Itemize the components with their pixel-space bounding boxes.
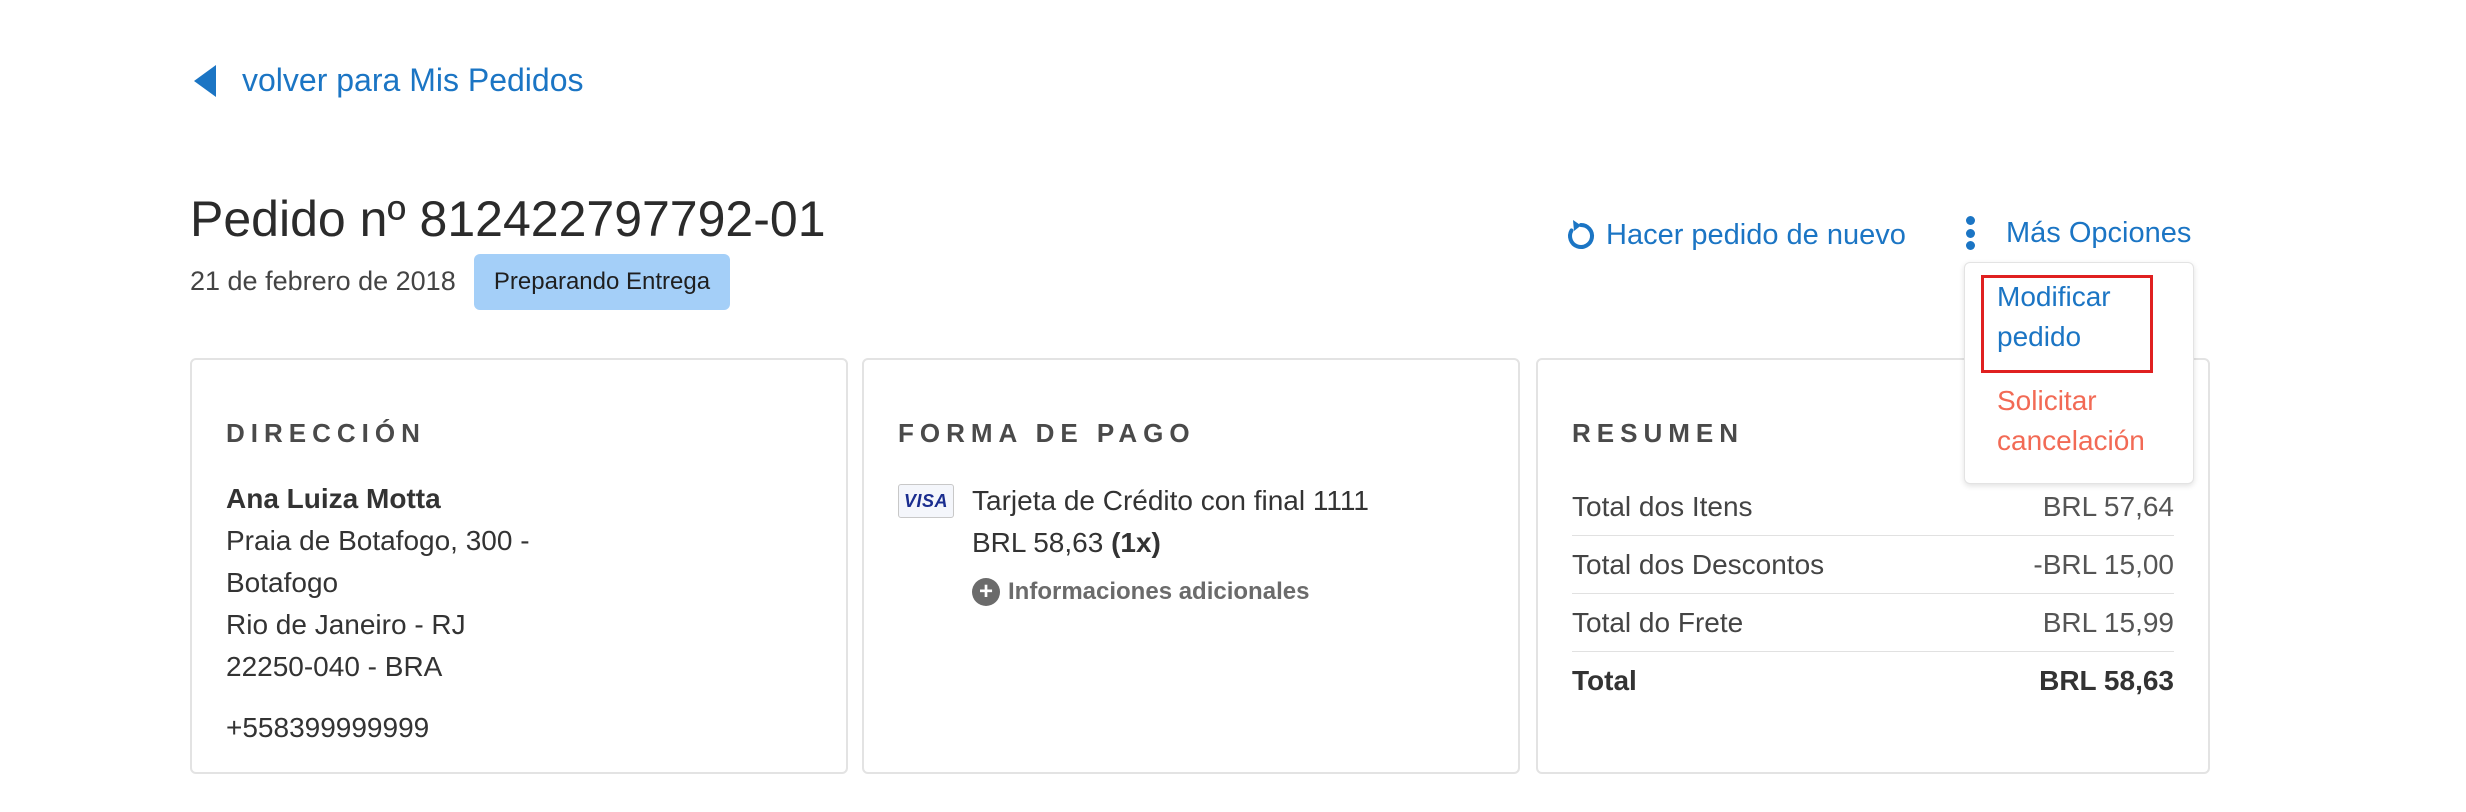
back-link-label: volver para Mis Pedidos [242, 62, 584, 98]
menu-item-label: cancelación [1997, 425, 2145, 456]
summary-value: -BRL 15,00 [2033, 548, 2174, 580]
address-heading: DIRECCIÓN [226, 418, 426, 448]
additional-info-toggle[interactable]: + Informaciones adicionales [972, 578, 1309, 606]
summary-value: BRL 57,64 [2042, 490, 2174, 522]
card-description: Tarjeta de Crédito con final 1111 [972, 485, 1369, 516]
address-block: Ana Luiza Motta Praia de Botafogo, 300 -… [226, 478, 530, 688]
more-options-button[interactable]: Más Opciones [1966, 216, 2191, 250]
address-line: Rio de Janeiro - RJ [226, 609, 466, 640]
summary-total-row: Total BRL 58,63 [1572, 652, 2174, 710]
summary-label: Total dos Itens [1572, 490, 1753, 522]
summary-heading: RESUMEN [1572, 418, 1745, 448]
payment-installments: (1x) [1111, 527, 1161, 558]
summary-label: Total dos Descontos [1572, 548, 1825, 580]
address-card: DIRECCIÓN Ana Luiza Motta Praia de Botaf… [190, 358, 848, 774]
caret-left-icon [194, 64, 216, 97]
menu-item-label: pedido [1997, 321, 2082, 352]
payment-details: Tarjeta de Crédito con final 1111 BRL 58… [972, 480, 1369, 564]
menu-item-label: Modificar [1997, 281, 2111, 312]
more-options-label: Más Opciones [2006, 216, 2192, 249]
page-title: Pedido nº 812422797792-01 [190, 191, 826, 247]
payment-amount-line: BRL 58,63 (1x) [972, 522, 1369, 564]
reorder-label: Hacer pedido de nuevo [1606, 218, 1906, 251]
summary-row: Total dos Itens BRL 57,64 [1572, 478, 2174, 536]
menu-item-label: Solicitar [1997, 385, 2097, 416]
refresh-icon [1568, 220, 1594, 249]
payment-card: FORMA DE PAGO VISA Tarjeta de Crédito co… [862, 358, 1520, 774]
visa-icon: VISA [898, 484, 954, 518]
kebab-icon [1966, 216, 1976, 250]
back-to-orders-link[interactable]: volver para Mis Pedidos [194, 62, 583, 99]
summary-value: BRL 15,99 [2042, 606, 2174, 638]
phone-number: +558399999999 [226, 712, 430, 743]
summary-row: Total do Frete BRL 15,99 [1572, 594, 2174, 652]
plus-circle-icon: + [972, 578, 1000, 606]
summary-table: Total dos Itens BRL 57,64 Total dos Desc… [1572, 478, 2174, 710]
payment-amount: BRL 58,63 [972, 527, 1104, 558]
payment-heading: FORMA DE PAGO [898, 418, 1196, 448]
recipient-name: Ana Luiza Motta [226, 483, 441, 514]
menu-item-request-cancellation[interactable]: Solicitar cancelación [1997, 381, 2145, 461]
summary-row: Total dos Descontos -BRL 15,00 [1572, 536, 2174, 594]
additional-info-label: Informaciones adicionales [1008, 578, 1310, 605]
summary-total-label: Total [1572, 665, 1637, 696]
menu-item-modify-order[interactable]: Modificar pedido [1997, 277, 2111, 357]
summary-total-value: BRL 58,63 [2039, 665, 2174, 696]
address-line: 22250-040 - BRA [226, 651, 443, 682]
summary-label: Total do Frete [1572, 606, 1744, 638]
address-line: Praia de Botafogo, 300 - [226, 525, 530, 556]
more-options-menu: Modificar pedido Solicitar cancelación [1964, 262, 2194, 484]
status-badge: Preparando Entrega [474, 254, 730, 310]
address-line: Botafogo [226, 567, 339, 598]
reorder-button[interactable]: Hacer pedido de nuevo [1564, 218, 1906, 252]
order-date: 21 de febrero de 2018 [190, 266, 456, 296]
